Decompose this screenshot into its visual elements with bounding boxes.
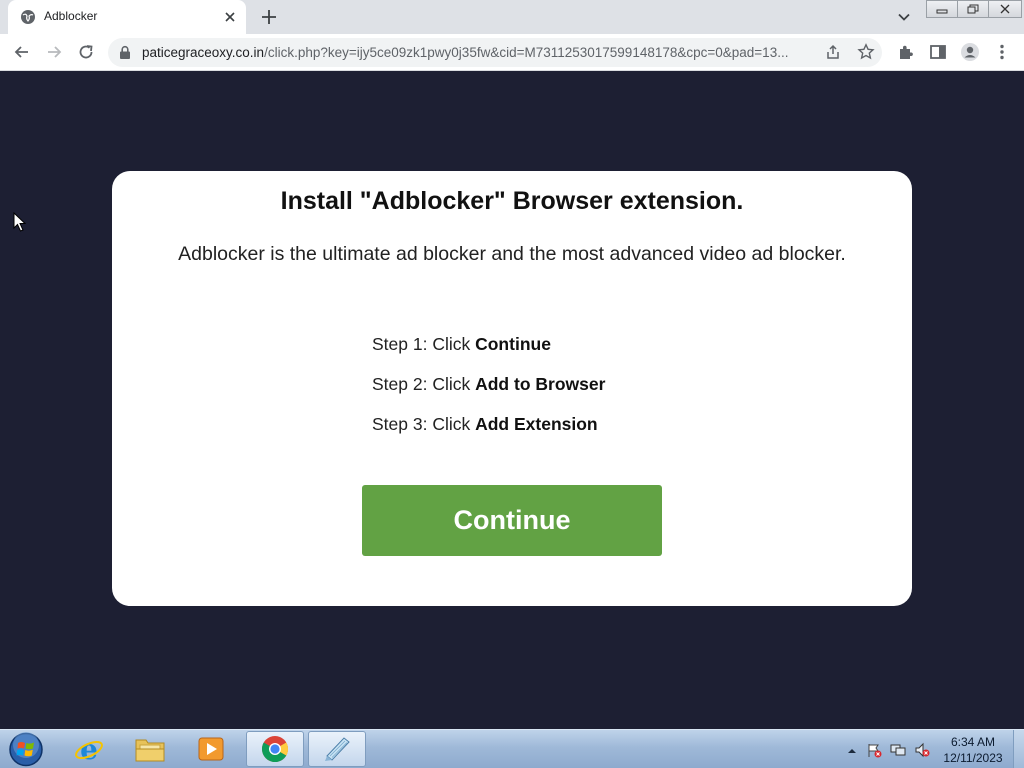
reload-icon[interactable] [76, 42, 96, 62]
minimize-icon [936, 9, 948, 14]
restore-icon [967, 4, 979, 14]
action-center-flag-icon[interactable] [866, 742, 882, 758]
folder-icon [135, 739, 165, 762]
step-prefix: Step 3: Click [372, 414, 476, 434]
svg-text:e: e [80, 733, 98, 765]
side-panel-icon[interactable] [928, 42, 948, 62]
clock-date: 12/11/2023 [943, 751, 1003, 765]
close-window-button[interactable] [988, 0, 1022, 18]
lock-icon[interactable] [118, 45, 132, 60]
tab-title: Adblocker [44, 9, 98, 23]
step-item: Step 1: Click Continue [372, 334, 605, 374]
new-tab-icon[interactable] [260, 8, 278, 26]
start-button[interactable] [6, 731, 46, 768]
clock-time: 6:34 AM [950, 735, 996, 749]
show-desktop-button[interactable] [1013, 730, 1024, 768]
chrome-icon [261, 736, 289, 763]
volume-muted-icon[interactable] [914, 742, 930, 758]
step-item: Step 2: Click Add to Browser [372, 374, 605, 414]
internet-explorer-icon: e [75, 733, 103, 765]
page-title: Install "Adblocker" Browser extension. [280, 187, 744, 215]
steps-list: Step 1: Click Continue Step 2: Click Add… [372, 334, 605, 454]
media-player-icon [198, 737, 224, 761]
close-tab-icon[interactable] [222, 9, 238, 25]
step-action: Continue [475, 334, 551, 354]
globe-icon [21, 10, 35, 24]
chevron-up-icon[interactable] [844, 743, 860, 759]
taskbar-media-player[interactable] [182, 731, 240, 767]
minimize-button[interactable] [926, 0, 958, 18]
url-host: paticegraceoxy.co.in [142, 45, 265, 60]
step-action: Add Extension [475, 414, 598, 434]
tab-adblocker[interactable]: Adblocker [8, 0, 246, 34]
taskbar-notepad[interactable] [308, 731, 366, 767]
url-text[interactable]: paticegraceoxy.co.in/click.php?key=ijy5c… [142, 45, 822, 60]
network-icon[interactable] [890, 742, 906, 758]
windows-taskbar: e 6:34 AM 12/11/2023 [0, 729, 1024, 768]
restore-button[interactable] [957, 0, 989, 18]
continue-button[interactable]: Continue [362, 485, 662, 556]
puzzle-icon[interactable] [896, 42, 916, 62]
taskbar-internet-explorer[interactable]: e [60, 731, 118, 767]
notepad-icon [325, 737, 350, 761]
step-action: Add to Browser [475, 374, 606, 394]
share-icon[interactable] [824, 43, 842, 61]
window-controls [926, 0, 1022, 20]
back-arrow-icon[interactable] [12, 42, 32, 62]
page-viewport: Install "Adblocker" Browser extension. A… [0, 71, 1024, 729]
address-bar[interactable]: paticegraceoxy.co.in/click.php?key=ijy5c… [108, 38, 882, 67]
kebab-menu-icon[interactable] [992, 42, 1012, 62]
step-prefix: Step 1: Click [372, 334, 476, 354]
forward-arrow-icon[interactable] [44, 42, 64, 62]
browser-toolbar: paticegraceoxy.co.in/click.php?key=ijy5c… [0, 34, 1024, 71]
step-item: Step 3: Click Add Extension [372, 414, 605, 454]
page-description: Adblocker is the ultimate ad blocker and… [178, 243, 846, 265]
taskbar-clock[interactable]: 6:34 AM 12/11/2023 [940, 734, 1006, 766]
url-path: /click.php?key=ijy5ce09zk1pwy0j35fw&cid=… [264, 45, 789, 60]
profile-icon[interactable] [960, 42, 980, 62]
close-icon [1000, 4, 1010, 14]
taskbar-chrome[interactable] [246, 731, 304, 767]
step-prefix: Step 2: Click [372, 374, 476, 394]
chevron-down-icon[interactable] [897, 10, 911, 24]
tab-strip: Adblocker [0, 0, 1024, 34]
mouse-cursor-icon [13, 212, 27, 232]
install-card: Install "Adblocker" Browser extension. A… [112, 171, 912, 606]
taskbar-file-explorer[interactable] [121, 731, 179, 767]
star-icon[interactable] [857, 43, 875, 61]
